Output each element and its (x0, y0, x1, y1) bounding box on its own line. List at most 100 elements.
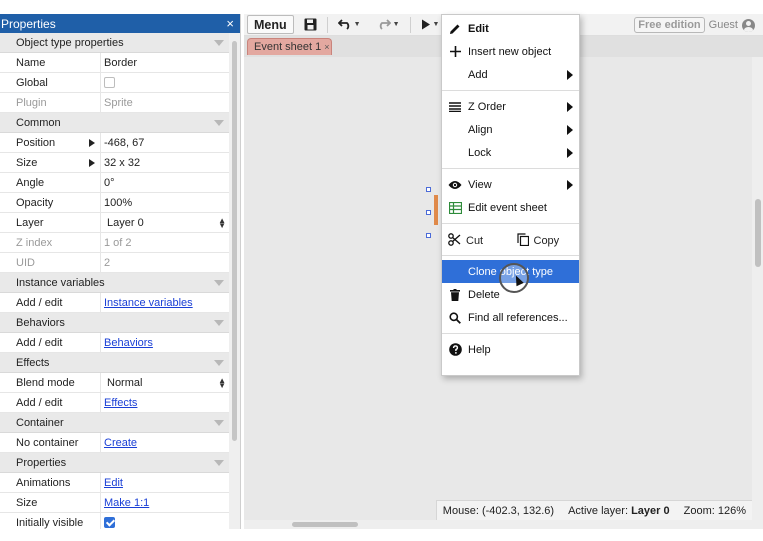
selected-sprite[interactable] (434, 195, 438, 225)
resize-handle[interactable] (426, 233, 431, 238)
expand-arrow-icon[interactable] (89, 139, 95, 147)
mouse-position: Mouse: (-402.3, 132.6) (442, 504, 555, 517)
menu-item-add[interactable]: Add (442, 63, 579, 86)
tab-event-sheet-1[interactable]: Event sheet 1 × (247, 38, 332, 55)
property-name: UID (0, 253, 101, 272)
property-name: Position (0, 133, 101, 152)
chevron-down-icon[interactable] (214, 39, 224, 46)
chevron-right-icon (567, 125, 573, 135)
property-name: Name (0, 53, 101, 72)
property-row: No container Create (0, 433, 230, 453)
property-checkbox-cell (101, 73, 230, 92)
redo-button[interactable]: ▼ (371, 15, 406, 34)
resize-handle[interactable] (426, 187, 431, 192)
scrollbar-thumb[interactable] (755, 199, 761, 267)
property-name: Layer (0, 213, 101, 232)
property-link[interactable]: Create (104, 437, 137, 449)
properties-panel: Properties × Object type properties Name B… (0, 14, 241, 529)
menu-button[interactable]: Menu (247, 15, 294, 34)
property-link[interactable]: Edit (104, 477, 123, 489)
menu-item-align[interactable]: Align (442, 118, 579, 141)
property-row: Blend mode Normal ▲ ▼ (0, 373, 230, 393)
chevron-down-icon[interactable]: ▼ (354, 21, 361, 28)
expand-arrow-icon[interactable] (89, 159, 95, 167)
select-value: Normal (107, 376, 143, 389)
section-header[interactable]: Common (0, 113, 230, 133)
menu-divider (442, 223, 579, 224)
eye-icon (448, 178, 462, 192)
chevron-right-icon (567, 180, 573, 190)
chevron-down-icon[interactable]: ▼ (433, 21, 440, 28)
help-icon (448, 343, 462, 357)
property-value[interactable]: 32 x 32 (101, 153, 230, 172)
pencil-icon (448, 22, 462, 36)
property-value[interactable]: -468, 67 (101, 133, 230, 152)
property-value[interactable]: 100% (101, 193, 230, 212)
property-checkbox-cell (101, 513, 230, 529)
user-label[interactable]: Guest (709, 19, 738, 31)
menu-item-lock[interactable]: Lock (442, 141, 579, 164)
menu-item-edit-event-sheet[interactable]: Edit event sheet (442, 196, 579, 219)
section-header[interactable]: Instance variables (0, 273, 230, 293)
section-header[interactable]: Properties (0, 453, 230, 473)
property-row: Name Border (0, 53, 230, 73)
menu-item-cut[interactable]: Cut (442, 233, 511, 249)
menu-item-copy[interactable]: Copy (511, 233, 580, 249)
undo-button[interactable]: ▼ (332, 15, 367, 34)
property-link[interactable]: Instance variables (104, 297, 193, 309)
user-icon[interactable] (742, 18, 755, 32)
property-row: Size 32 x 32 (0, 153, 230, 173)
chevron-down-icon[interactable]: ▼ (393, 21, 400, 28)
save-button[interactable] (298, 15, 323, 34)
property-link[interactable]: Effects (104, 397, 137, 409)
section-title: Effects (16, 356, 50, 369)
property-link-cell: Create (101, 433, 230, 452)
section-header[interactable]: Effects (0, 353, 230, 373)
property-link[interactable]: Behaviors (104, 337, 153, 349)
menu-divider (442, 168, 579, 169)
property-value[interactable]: Border (101, 53, 230, 72)
menu-item-edit[interactable]: Edit (442, 17, 579, 40)
redo-icon (379, 19, 391, 30)
section-header[interactable]: Container (0, 413, 230, 433)
chevron-down-icon[interactable] (214, 419, 224, 426)
vertical-scrollbar[interactable] (752, 57, 763, 529)
section-title: Common (16, 116, 61, 129)
menu-item-help[interactable]: Help (442, 338, 579, 361)
select-value: Layer 0 (107, 216, 144, 229)
scrollbar-thumb[interactable] (232, 41, 237, 441)
chevron-down-icon[interactable] (214, 119, 224, 126)
close-icon[interactable]: × (324, 42, 329, 52)
properties-titlebar: Properties × (0, 14, 240, 33)
chevron-down-icon[interactable] (214, 359, 224, 366)
chevron-down-icon[interactable] (214, 459, 224, 466)
property-select[interactable]: Layer 0 ▲ ▼ (101, 213, 230, 232)
event-sheet-icon (448, 201, 462, 215)
menu-item-insert-object[interactable]: Insert new object (442, 40, 579, 63)
menu-item-view[interactable]: View (442, 173, 579, 196)
save-icon (304, 18, 317, 31)
checkbox[interactable] (104, 77, 115, 88)
property-name: Add / edit (0, 393, 101, 412)
section-header[interactable]: Behaviors (0, 313, 230, 333)
horizontal-scrollbar[interactable] (244, 520, 752, 529)
toolbar-divider (326, 16, 328, 33)
close-icon[interactable]: × (226, 17, 234, 30)
checkbox[interactable] (104, 517, 115, 528)
chevron-down-icon[interactable] (214, 319, 224, 326)
menu-item-z-order[interactable]: Z Order (442, 95, 579, 118)
section-header[interactable]: Object type properties (0, 33, 230, 53)
chevron-down-icon[interactable] (214, 279, 224, 286)
property-row: UID 2 (0, 253, 230, 273)
scrollbar-thumb[interactable] (292, 522, 358, 527)
property-row: Layer Layer 0 ▲ ▼ (0, 213, 230, 233)
property-value[interactable]: 0° (101, 173, 230, 192)
menu-item-find-references[interactable]: Find all references... (442, 306, 579, 329)
section-title: Instance variables (16, 276, 105, 289)
free-edition-badge[interactable]: Free edition (634, 17, 705, 33)
property-link[interactable]: Make 1:1 (104, 497, 149, 509)
property-name: Initially visible (0, 513, 101, 529)
resize-handle[interactable] (426, 210, 431, 215)
properties-scrollbar[interactable] (229, 33, 240, 529)
property-select[interactable]: Normal ▲ ▼ (101, 373, 230, 392)
